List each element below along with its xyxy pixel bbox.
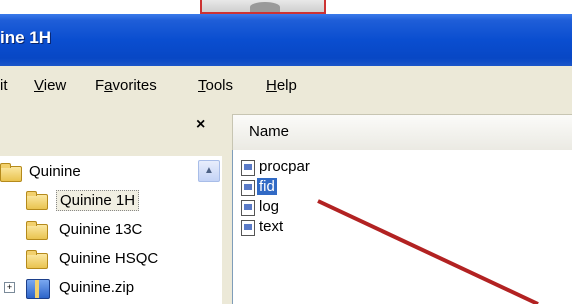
title-bar[interactable]: ine 1H — [0, 14, 572, 66]
pane-header-row: × Name — [0, 106, 572, 156]
column-header-label: Name — [249, 123, 290, 140]
file-list: procpar fid log text — [232, 150, 572, 304]
file-label: text — [259, 218, 284, 235]
pane-splitter[interactable] — [222, 150, 232, 304]
folders-pane-header: × — [0, 106, 222, 156]
background-image-strip — [0, 0, 572, 14]
expand-plus-icon[interactable]: + — [4, 282, 15, 293]
tree-item-label: Quinine 13C — [59, 221, 143, 238]
menu-tools[interactable]: Tools — [198, 77, 233, 94]
menu-help[interactable]: Help — [266, 77, 297, 94]
tree-item-label: Quinine — [29, 163, 81, 180]
folder-icon — [26, 221, 48, 240]
folders-tree: Quinine Quinine 1H Quinine 13C Quinine H… — [0, 156, 223, 304]
menu-bar: it View Favorites Tools Help — [0, 66, 572, 107]
menu-edit[interactable]: it — [0, 77, 8, 94]
menu-view[interactable]: View — [34, 77, 66, 94]
file-label: procpar — [259, 158, 310, 175]
folder-icon — [26, 191, 48, 210]
folder-icon — [0, 163, 22, 182]
menu-favorites[interactable]: Favorites — [95, 77, 157, 94]
tree-item-label: Quinine HSQC — [59, 250, 159, 267]
folder-icon — [26, 250, 48, 269]
file-icon — [241, 200, 255, 216]
window-title: ine 1H — [0, 28, 52, 47]
background-photo — [200, 0, 326, 14]
tree-item-label: Quinine.zip — [59, 279, 135, 296]
close-folders-pane-button[interactable]: × — [196, 116, 205, 134]
file-label: fid — [257, 178, 277, 195]
file-label: log — [259, 198, 280, 215]
file-icon — [241, 220, 255, 236]
file-icon — [241, 180, 255, 196]
file-icon — [241, 160, 255, 176]
column-header-name[interactable]: Name — [232, 114, 572, 151]
scroll-up-button[interactable]: ▲ — [198, 160, 220, 182]
photo-subject — [250, 2, 280, 12]
tree-item-label: Quinine 1H — [56, 190, 140, 211]
zip-folder-icon — [26, 279, 50, 299]
